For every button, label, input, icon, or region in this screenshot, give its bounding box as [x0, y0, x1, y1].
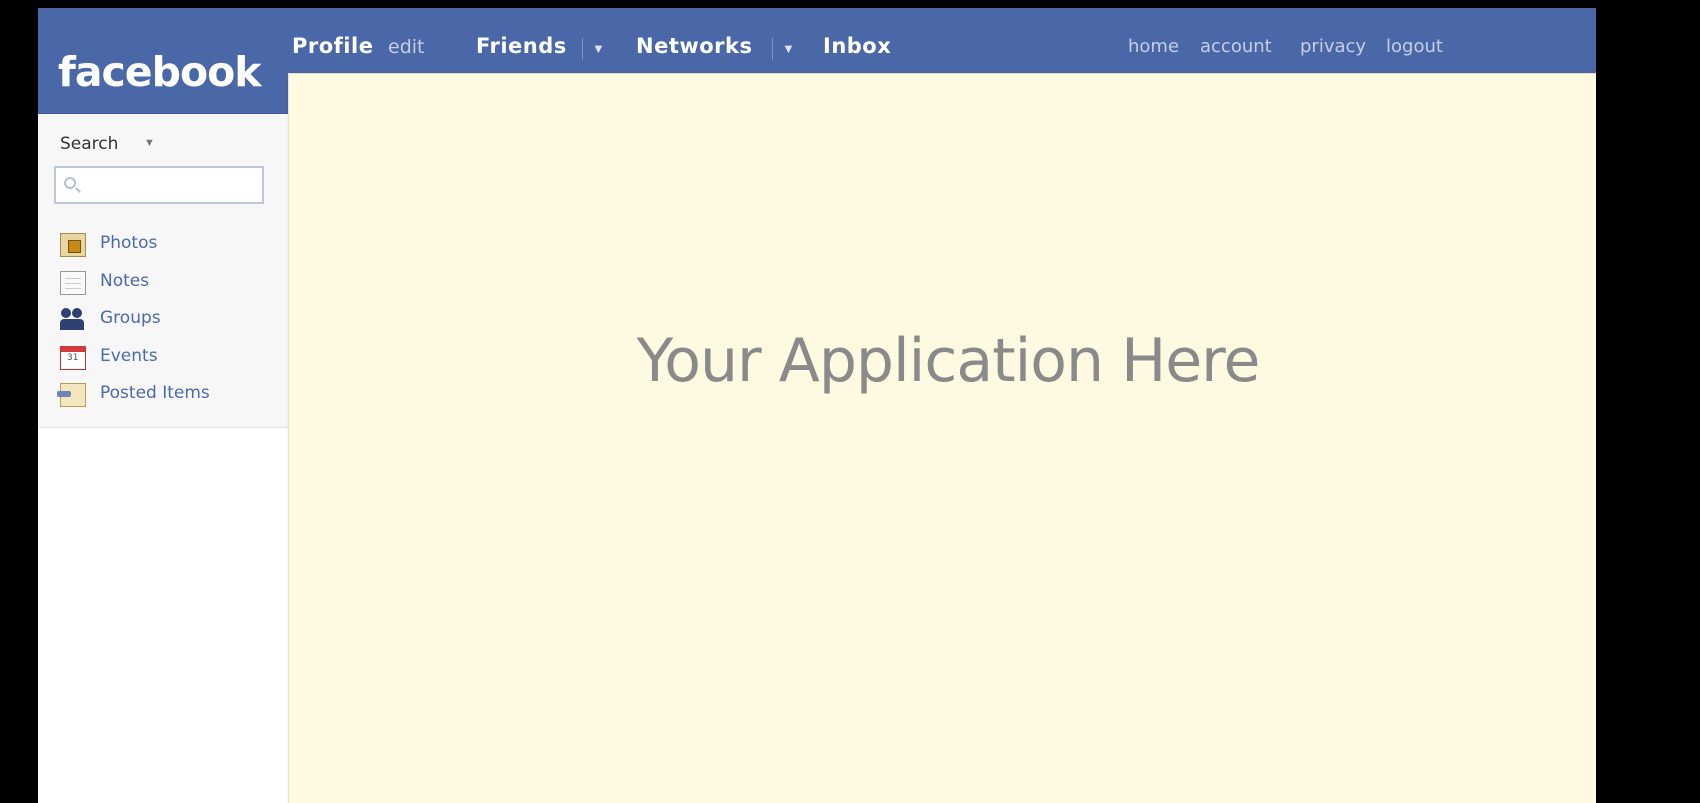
notes-icon — [60, 271, 86, 295]
sidebar-item-label: Groups — [100, 308, 161, 328]
application-canvas: Your Application Here — [288, 73, 1596, 803]
link-logout[interactable]: logout — [1386, 36, 1443, 57]
facebook-window: facebook Profile edit Friends ▼ Networks… — [38, 8, 1596, 803]
link-account[interactable]: account — [1200, 36, 1272, 57]
events-icon — [60, 346, 86, 370]
nav-inbox[interactable]: Inbox — [823, 34, 891, 58]
nav-profile[interactable]: Profile — [292, 34, 373, 58]
sidebar-item-label: Photos — [100, 233, 158, 253]
sidebar-item-events[interactable]: Events — [60, 343, 280, 373]
sidebar-item-label: Notes — [100, 271, 150, 291]
nav-edit-profile[interactable]: edit — [388, 36, 424, 58]
sidebar-item-groups[interactable]: Groups — [60, 305, 280, 335]
search-options-arrow-icon[interactable]: ▼ — [144, 137, 155, 149]
link-privacy[interactable]: privacy — [1300, 36, 1366, 57]
nav-networks[interactable]: Networks — [636, 34, 753, 58]
facebook-logo[interactable]: facebook — [58, 48, 262, 96]
photos-icon — [60, 233, 86, 257]
left-sidebar: Search ▼ Photos Notes Groups Events Post… — [38, 114, 288, 428]
sidebar-item-posted-items[interactable]: Posted Items — [57, 380, 280, 410]
sidebar-item-photos[interactable]: Photos — [60, 230, 280, 260]
nav-friends[interactable]: Friends — [476, 34, 567, 58]
posted-items-icon — [57, 383, 86, 407]
sidebar-item-notes[interactable]: Notes — [60, 268, 280, 298]
friends-dropdown-arrow-icon[interactable]: ▼ — [582, 38, 605, 60]
search-box[interactable] — [54, 166, 264, 204]
application-placeholder-text: Your Application Here — [636, 326, 1261, 396]
groups-icon — [60, 308, 86, 332]
search-icon — [64, 177, 76, 189]
networks-dropdown-arrow-icon[interactable]: ▼ — [772, 38, 795, 60]
link-home[interactable]: home — [1128, 36, 1179, 57]
search-input[interactable] — [84, 170, 254, 200]
search-label[interactable]: Search — [60, 134, 118, 154]
sidebar-item-label: Events — [100, 346, 158, 366]
sidebar-item-label: Posted Items — [100, 383, 210, 403]
